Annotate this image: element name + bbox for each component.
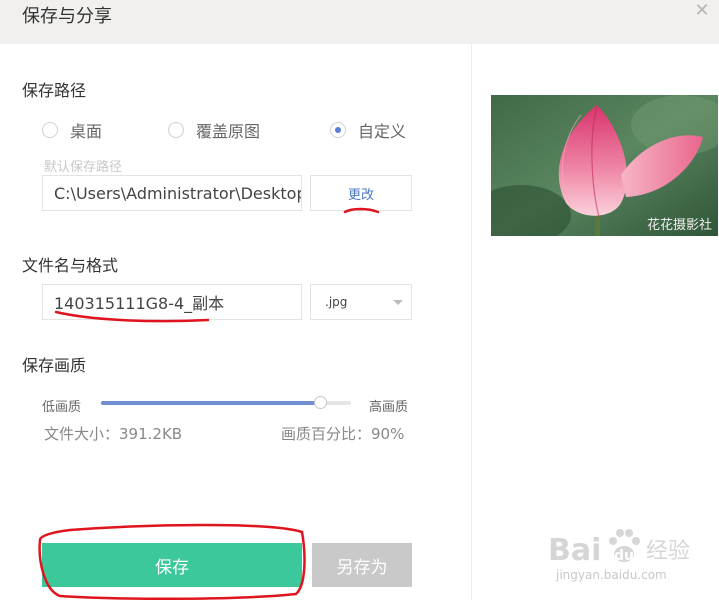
annotation-underline-change [343,207,380,214]
baidu-logo-suffix: 经验 [646,539,690,564]
annotation-overlay [38,207,380,600]
baidu-logo: Bai du 经验 [548,529,690,568]
annotation-underline-filename [54,310,210,323]
baidu-logo-du: du [614,548,634,564]
baidu-site-text: jingyan.baidu.com [556,568,667,582]
baidu-logo-bai: Bai [548,533,601,568]
annotation-circle-save [38,523,306,600]
save-share-dialog: 保存与分享 ✕ 保存路径 桌面 覆盖原图 自定义 默认保存路径 C:\Users… [0,0,719,600]
